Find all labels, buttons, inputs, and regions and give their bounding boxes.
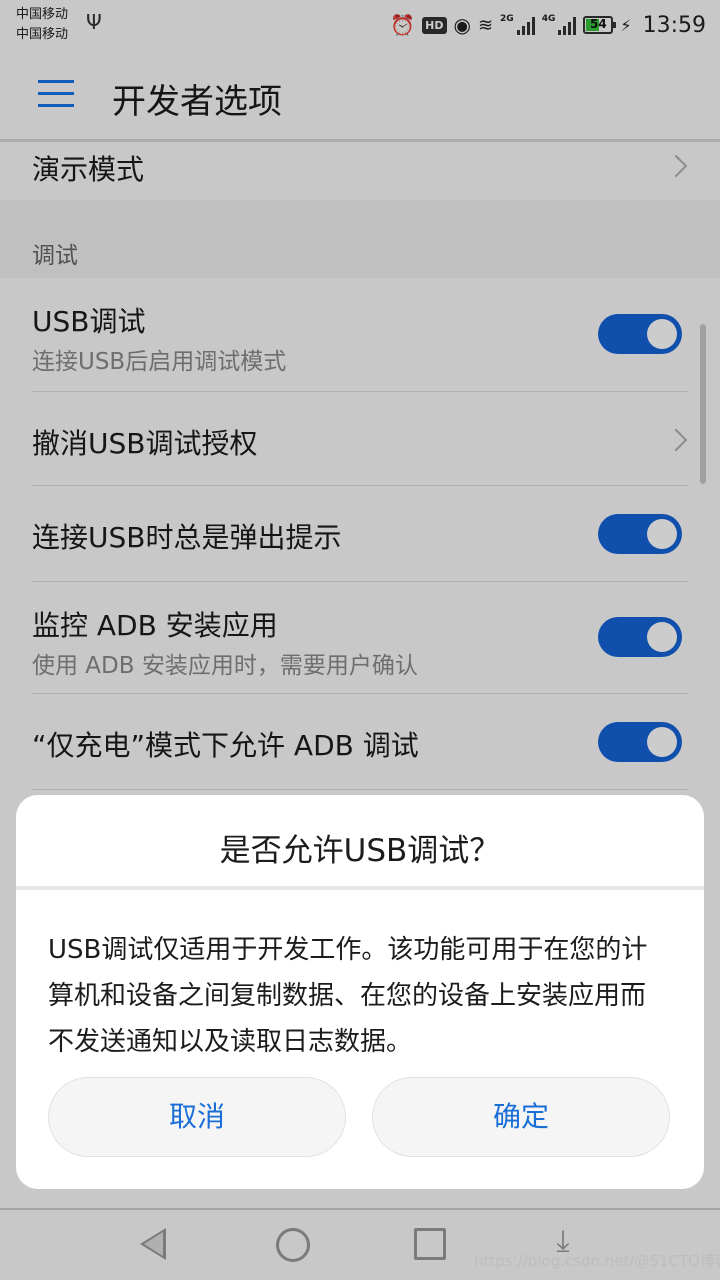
cancel-button[interactable]: 取消 [48,1077,346,1157]
confirm-button[interactable]: 确定 [372,1077,670,1157]
screen: 中国移动 中国移动 Ψ ⏰ HD ◉ ≋ 2G 4G 54 ⚡ 13:59 开发… [0,0,720,1280]
dialog-title: 是否允许USB调试？ [219,833,501,869]
dialog-divider [16,886,704,890]
usb-debug-dialog: 是否允许USB调试？ USB调试仅适用于开发工作。该功能可用于在您的计算机和设备… [16,795,704,1189]
dialog-message: USB调试仅适用于开发工作。该功能可用于在您的计算机和设备之间复制数据、在您的设… [48,935,648,1057]
watermark: https://blog.csdn.net/@51CTO博客 [474,1252,720,1270]
